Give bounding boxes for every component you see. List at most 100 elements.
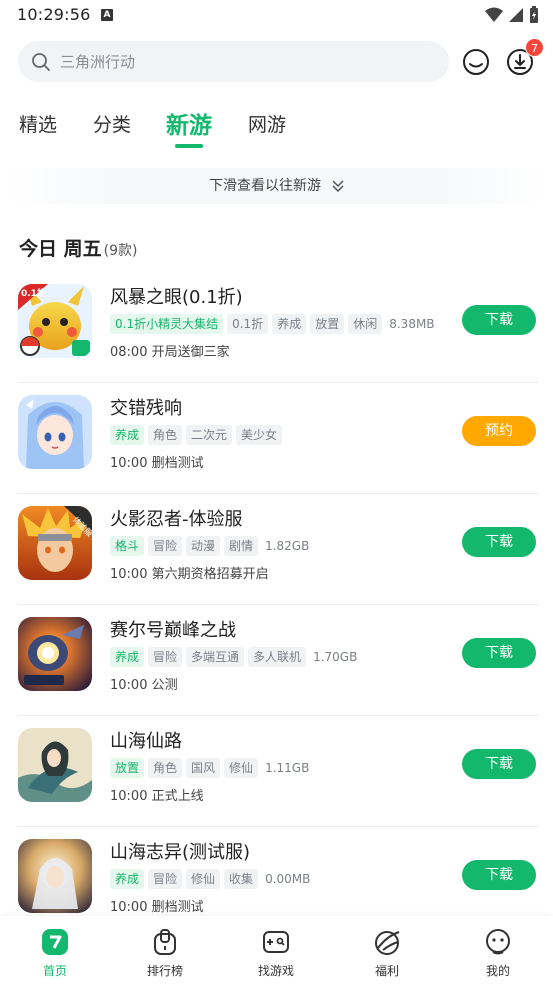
release-info: 08:00 开局送御三家	[110, 345, 230, 360]
tab-new-games[interactable]: 新游	[166, 106, 212, 140]
tag: 养成	[272, 314, 307, 334]
release-info: 10:00 正式上线	[110, 789, 204, 804]
game-name: 风暴之眼(0.1折)	[110, 287, 243, 308]
home-icon	[42, 929, 68, 955]
tag: 放置	[310, 314, 345, 334]
tab-online-games[interactable]: 网游	[248, 110, 286, 137]
gamepad-icon	[263, 931, 289, 953]
ranking-icon	[154, 929, 176, 955]
tag: 0.1折小精灵大集结	[110, 314, 224, 334]
nav-label: 找游戏	[257, 964, 294, 978]
list-item[interactable]: 0.1折 风暴之眼(0.1折) 0.1折小精灵大集结 0.1折 养成 放置 休闲…	[0, 272, 553, 383]
nav-ranking[interactable]: 排行榜	[110, 916, 220, 984]
file-size: 1.82GB	[265, 539, 310, 553]
game-icon-shanhai-xianlu	[18, 728, 92, 802]
tag: 0.1折	[227, 314, 269, 334]
game-name: 交错残响	[110, 398, 182, 419]
nav-label: 我的	[485, 964, 510, 978]
profile-icon	[486, 929, 510, 955]
tag: 美少女	[236, 425, 283, 445]
nav-label: 排行榜	[146, 964, 183, 978]
section-day: 今日 周五	[19, 238, 102, 260]
hint-text: 下滑查看以往新游	[208, 178, 321, 194]
file-size: 1.70GB	[313, 650, 358, 664]
section-count: (9款)	[103, 243, 138, 259]
list-item[interactable]: 赛尔号巅峰之战 养成 冒险 多端互通 多人联机 1.70GB 10:00 公测 …	[0, 605, 553, 716]
tag: 角色	[148, 758, 183, 778]
search-input[interactable]: 三角洲行动	[18, 41, 449, 82]
message-icon[interactable]	[461, 47, 491, 77]
tag: 国风	[186, 758, 221, 778]
release-info: 10:00 删档测试	[110, 456, 204, 471]
search-placeholder: 三角洲行动	[60, 53, 136, 71]
nav-welfare[interactable]: 福利	[332, 916, 442, 984]
nav-label: 首页	[42, 964, 67, 978]
download-badge: 7	[525, 38, 544, 57]
list-item[interactable]: 交错残响 养成 角色 二次元 美少女 10:00 删档测试 预约	[0, 383, 553, 494]
top-tabs: 精选 分类 新游 网游	[0, 104, 553, 150]
list-item[interactable]: 山海仙路 放置 角色 国风 修仙 1.11GB 10:00 正式上线 下载	[0, 716, 553, 827]
search-icon	[32, 53, 50, 71]
tag: 剧情	[224, 536, 259, 556]
double-chevron-down-icon	[332, 179, 344, 192]
tag-row: 格斗 冒险 动漫 剧情 1.82GB	[110, 536, 309, 556]
release-info: 10:00 第六期资格招募开启	[110, 567, 269, 582]
release-info: 10:00 公测	[110, 678, 178, 693]
nav-label: 福利	[374, 964, 399, 978]
tab-category[interactable]: 分类	[93, 110, 131, 137]
game-name: 山海志异(测试服)	[110, 842, 251, 863]
tag: 二次元	[186, 425, 233, 445]
download-button[interactable]: 下载	[462, 638, 536, 668]
tag: 放置	[110, 758, 145, 778]
tag: 养成	[110, 647, 145, 667]
download-button[interactable]: 下载	[462, 860, 536, 890]
download-button[interactable]: 下载	[462, 527, 536, 557]
accessibility-icon: A	[101, 9, 113, 21]
tag: 多人联机	[248, 647, 307, 667]
tag: 养成	[110, 425, 145, 445]
game-icon-seer	[18, 617, 92, 691]
nav-find-games[interactable]: 找游戏	[221, 916, 331, 984]
tag: 冒险	[148, 647, 183, 667]
gift-icon	[375, 931, 400, 955]
release-info: 10:00 删档测试	[110, 900, 204, 915]
tag-row: 养成 冒险 多端互通 多人联机 1.70GB	[110, 647, 357, 667]
status-time: 10:29:56	[17, 5, 91, 24]
game-icon-naruto: 体验服	[18, 506, 92, 580]
tab-indicator	[175, 144, 203, 148]
game-icon-storm-eye: 0.1折	[18, 284, 92, 358]
game-name: 赛尔号巅峰之战	[110, 620, 236, 641]
game-icon-shanhai-zhiyi	[18, 839, 92, 913]
tag: 角色	[148, 425, 183, 445]
history-hint[interactable]: 下滑查看以往新游	[7, 168, 546, 204]
tag: 多端互通	[186, 647, 245, 667]
game-icon-crossing-echo	[18, 395, 92, 469]
tag-row: 养成 冒险 修仙 收集 0.00MB	[110, 869, 310, 889]
tag: 收集	[224, 869, 259, 889]
tag: 冒险	[148, 869, 183, 889]
tag: 格斗	[110, 536, 145, 556]
tab-featured[interactable]: 精选	[19, 110, 57, 137]
bottom-nav: 首页 排行榜 找游戏 福利 我的	[0, 916, 553, 984]
nav-home[interactable]: 首页	[0, 916, 110, 984]
reserve-button[interactable]: 预约	[462, 416, 536, 446]
status-bar: 10:29:56 A	[0, 0, 553, 32]
list-item[interactable]: 体验服 火影忍者-体验服 格斗 冒险 动漫 剧情 1.82GB 10:00 第六…	[0, 494, 553, 605]
tag: 冒险	[148, 536, 183, 556]
icon-badge-text: 0.1折	[21, 287, 46, 299]
tag: 动漫	[186, 536, 221, 556]
tag: 修仙	[224, 758, 259, 778]
download-button[interactable]: 下载	[462, 749, 536, 779]
nav-profile[interactable]: 我的	[443, 916, 553, 984]
tag-row: 养成 角色 二次元 美少女	[110, 425, 283, 445]
status-icons	[485, 6, 539, 24]
file-size: 1.11GB	[265, 761, 310, 775]
file-size: 8.38MB	[389, 317, 435, 331]
download-button[interactable]: 下载	[462, 305, 536, 335]
battery-icon	[530, 6, 538, 23]
file-size: 0.00MB	[265, 872, 311, 886]
tag-row: 放置 角色 国风 修仙 1.11GB	[110, 758, 309, 778]
tag: 养成	[110, 869, 145, 889]
game-name: 火影忍者-体验服	[110, 509, 243, 530]
game-name: 山海仙路	[110, 731, 182, 752]
